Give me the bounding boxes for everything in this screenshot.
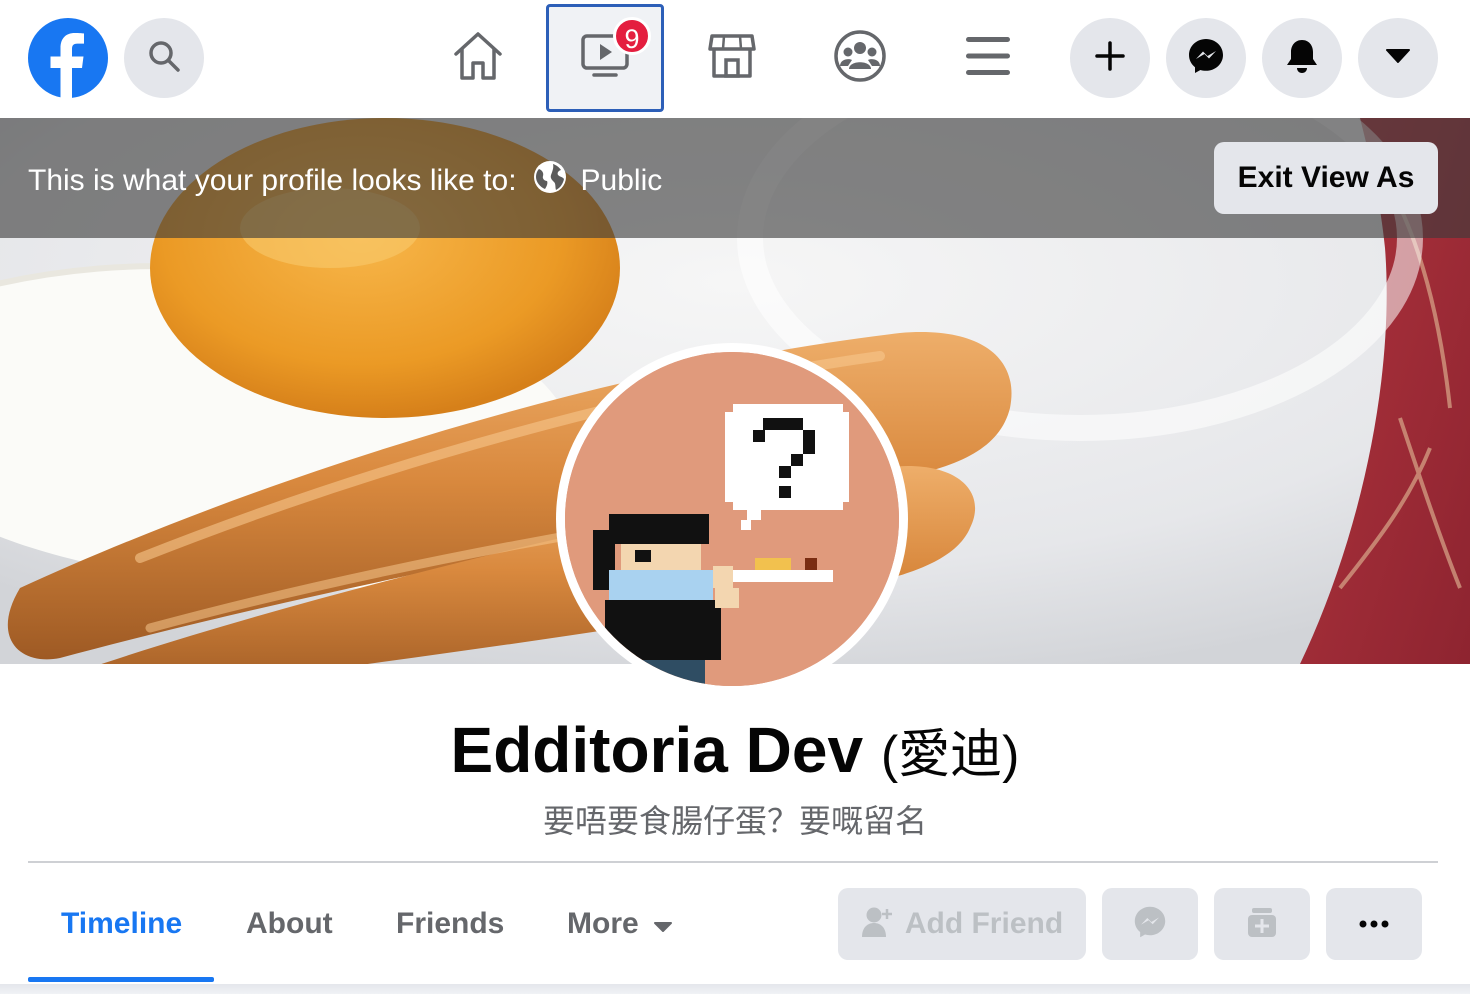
account-menu-button[interactable] <box>1358 18 1438 98</box>
watch-notification-badge: 9 <box>613 17 651 55</box>
messenger-button[interactable] <box>1166 18 1246 98</box>
marketplace-icon <box>707 32 757 85</box>
tab-friends[interactable]: Friends <box>396 902 504 946</box>
plus-icon <box>1094 40 1126 77</box>
exit-view-as-button[interactable]: Exit View As <box>1214 142 1438 214</box>
nav-tab-home[interactable] <box>419 4 537 112</box>
avatar-pixel-art <box>565 352 899 686</box>
more-options-button[interactable] <box>1326 888 1422 960</box>
nav-tab-groups[interactable] <box>801 4 919 112</box>
messenger-icon <box>1133 905 1167 944</box>
search-icon <box>147 39 181 78</box>
caret-down-icon <box>1384 47 1412 70</box>
bell-icon <box>1284 37 1320 80</box>
profile-bio: 要唔要食腸仔蛋？要嘅留名 <box>542 803 927 839</box>
profile-display-name: Edditoria Dev <box>450 714 864 786</box>
follow-button[interactable] <box>1214 888 1310 960</box>
menu-icon <box>965 35 1011 82</box>
create-button[interactable] <box>1070 18 1150 98</box>
tab-about[interactable]: About <box>246 902 333 946</box>
tab-timeline[interactable]: Timeline <box>61 902 182 946</box>
content-divider <box>0 984 1470 994</box>
add-friend-button[interactable]: Add Friend <box>838 888 1086 960</box>
globe-icon <box>533 160 567 202</box>
message-button[interactable] <box>1102 888 1198 960</box>
nav-tab-watch[interactable]: 9 <box>546 4 664 112</box>
top-navigation-bar: 9 <box>0 0 1470 118</box>
tab-more[interactable]: More <box>567 902 673 946</box>
messenger-icon <box>1187 37 1225 80</box>
view-as-message: This is what your profile looks like to:… <box>28 160 662 202</box>
notifications-button[interactable] <box>1262 18 1342 98</box>
profile-name: Edditoria Dev (愛迪) <box>0 712 1470 787</box>
view-as-label: This is what your profile looks like to: <box>28 164 517 197</box>
nav-tab-marketplace[interactable] <box>673 4 791 112</box>
ellipsis-icon <box>1359 915 1389 933</box>
add-friend-icon <box>861 905 893 944</box>
tab-more-label: More <box>567 907 639 940</box>
nav-tab-menu[interactable] <box>929 4 1047 112</box>
profile-picture[interactable] <box>556 343 908 695</box>
caret-down-icon <box>653 907 673 941</box>
follow-icon <box>1245 905 1279 944</box>
profile-alternate-name: (愛迪) <box>880 726 1020 784</box>
groups-icon <box>833 29 887 88</box>
audience-label: Public <box>580 164 663 197</box>
facebook-logo-icon[interactable] <box>28 18 108 98</box>
search-button[interactable] <box>124 18 204 98</box>
home-icon <box>451 30 505 87</box>
active-tab-indicator <box>28 977 214 982</box>
profile-divider <box>28 861 1438 863</box>
add-friend-label: Add Friend <box>904 907 1064 940</box>
